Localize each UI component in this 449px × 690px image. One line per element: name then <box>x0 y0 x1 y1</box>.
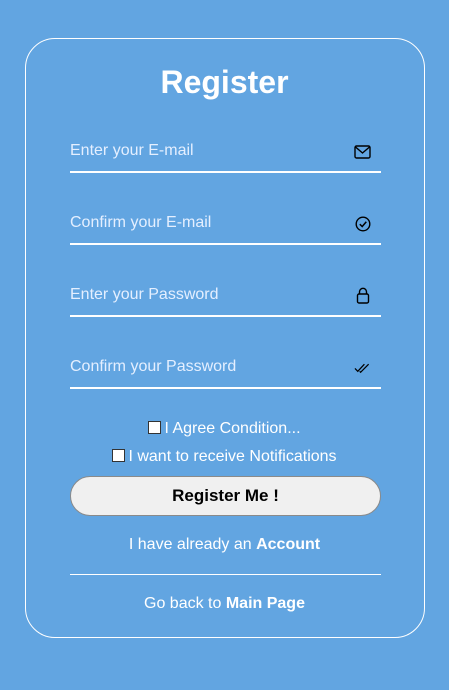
back-prefix-text: Go back to <box>144 595 226 612</box>
email-field-wrapper <box>70 131 381 173</box>
envelope-icon <box>354 143 371 160</box>
password-field-wrapper <box>70 275 381 317</box>
back-row: Go back to Main Page <box>0 595 449 613</box>
notifications-label[interactable]: I want to receive Notifications <box>128 448 336 465</box>
account-link[interactable]: Account <box>256 536 320 553</box>
notifications-row: I want to receive Notifications <box>0 448 449 466</box>
email-input[interactable] <box>70 131 340 171</box>
account-prefix-text: I have already an <box>128 536 257 553</box>
main-page-link[interactable]: Main Page <box>226 595 305 612</box>
lock-icon <box>354 287 371 304</box>
notifications-checkbox[interactable] <box>112 449 126 462</box>
confirm-email-input[interactable] <box>70 203 340 243</box>
agree-condition-checkbox[interactable] <box>148 421 162 434</box>
confirm-password-field-wrapper <box>70 347 381 389</box>
password-input[interactable] <box>70 275 340 315</box>
account-row: I have already an Account <box>0 536 449 554</box>
double-check-icon <box>354 359 371 376</box>
agree-condition-row: I Agree Condition... <box>0 420 449 438</box>
divider <box>70 574 381 575</box>
check-circle-icon <box>354 215 371 232</box>
agree-condition-label[interactable]: I Agree Condition... <box>164 420 300 437</box>
confirm-email-field-wrapper <box>70 203 381 245</box>
register-button[interactable]: Register Me ! <box>70 476 381 516</box>
confirm-password-input[interactable] <box>70 347 340 387</box>
page-title: Register <box>160 64 289 100</box>
